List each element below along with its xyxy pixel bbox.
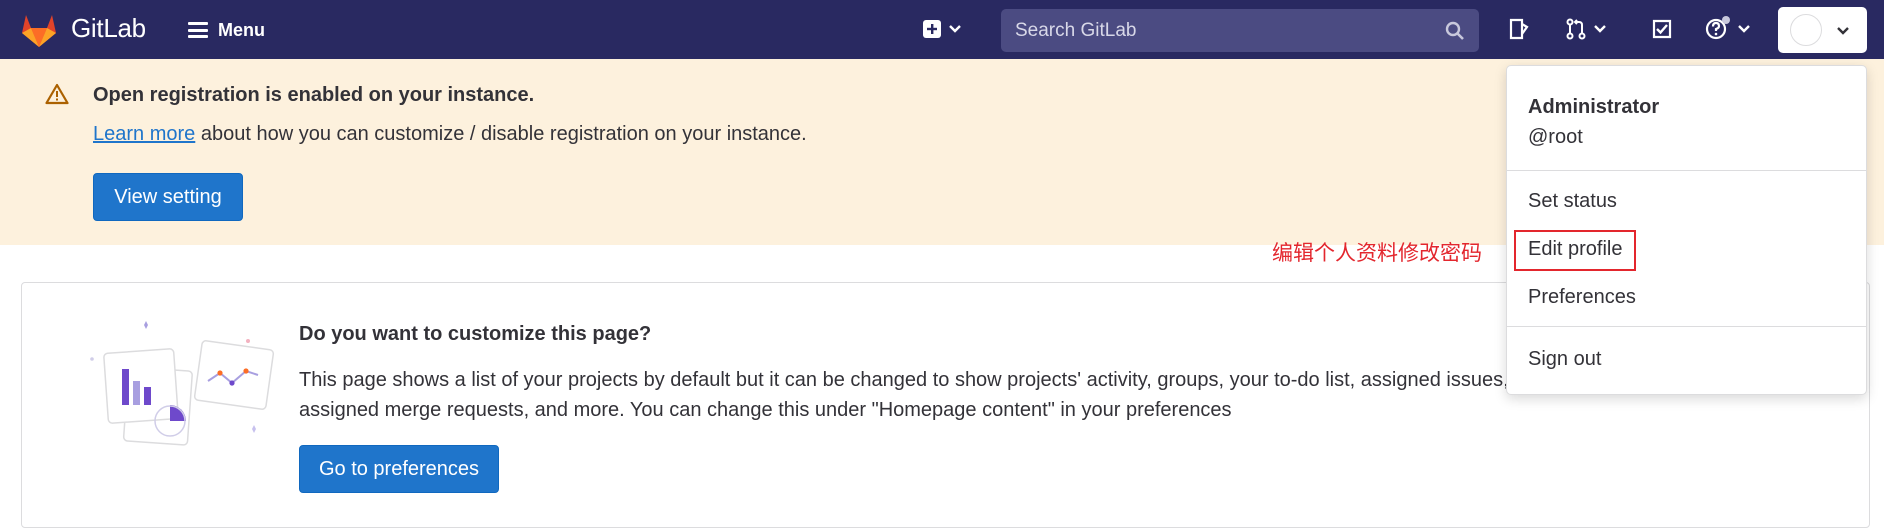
- new-item-dropdown[interactable]: [922, 14, 962, 44]
- banner-text-rest: about how you can customize / disable re…: [195, 123, 807, 145]
- chevron-down-icon: [948, 24, 962, 34]
- merge-requests-dropdown[interactable]: [1565, 14, 1607, 44]
- search-icon[interactable]: [1445, 21, 1465, 46]
- user-username: @root: [1528, 126, 1583, 148]
- user-display-name: Administrator: [1528, 96, 1660, 118]
- plus-square-icon: [922, 19, 942, 39]
- menu-item-set-status[interactable]: Set status: [1528, 190, 1617, 213]
- help-dropdown[interactable]: [1705, 14, 1751, 44]
- avatar: [1790, 14, 1822, 46]
- chevron-down-icon: [1593, 24, 1607, 34]
- top-navbar: GitLab Menu: [0, 0, 1884, 59]
- todo-icon: [1651, 18, 1673, 40]
- view-setting-button[interactable]: View setting: [93, 173, 243, 221]
- card-title: Do you want to customize this page?: [299, 323, 652, 345]
- customize-illustration-icon: [86, 315, 286, 455]
- help-icon: [1705, 16, 1731, 42]
- brand-name[interactable]: GitLab: [71, 13, 146, 44]
- merge-request-icon: [1565, 18, 1587, 40]
- issues-button[interactable]: [1508, 14, 1530, 44]
- issues-icon: [1508, 18, 1530, 40]
- menu-label: Menu: [218, 19, 265, 40]
- learn-more-link[interactable]: Learn more: [93, 123, 195, 145]
- menu-button[interactable]: Menu: [188, 16, 265, 44]
- divider: [1507, 170, 1866, 171]
- search-box[interactable]: [1001, 9, 1479, 52]
- banner-title: Open registration is enabled on your ins…: [93, 84, 535, 106]
- user-avatar-button[interactable]: [1778, 7, 1867, 53]
- menu-item-sign-out[interactable]: Sign out: [1528, 348, 1601, 371]
- chevron-down-icon: [1836, 23, 1850, 41]
- edit-profile-highlight-box: [1514, 230, 1636, 271]
- menu-item-preferences[interactable]: Preferences: [1528, 286, 1636, 309]
- annotation-text: 编辑个人资料修改密码: [1272, 241, 1482, 265]
- card-text: This page shows a list of your projects …: [299, 369, 1509, 421]
- go-to-preferences-button[interactable]: Go to preferences: [299, 445, 499, 493]
- search-input[interactable]: [1001, 9, 1431, 52]
- warning-icon: [45, 83, 69, 110]
- gitlab-logo-icon[interactable]: [20, 12, 58, 48]
- hamburger-icon: [188, 22, 208, 38]
- todos-button[interactable]: [1651, 14, 1673, 44]
- banner-text: Learn more about how you can customize /…: [93, 123, 807, 146]
- divider: [1507, 326, 1866, 327]
- chevron-down-icon: [1737, 24, 1751, 34]
